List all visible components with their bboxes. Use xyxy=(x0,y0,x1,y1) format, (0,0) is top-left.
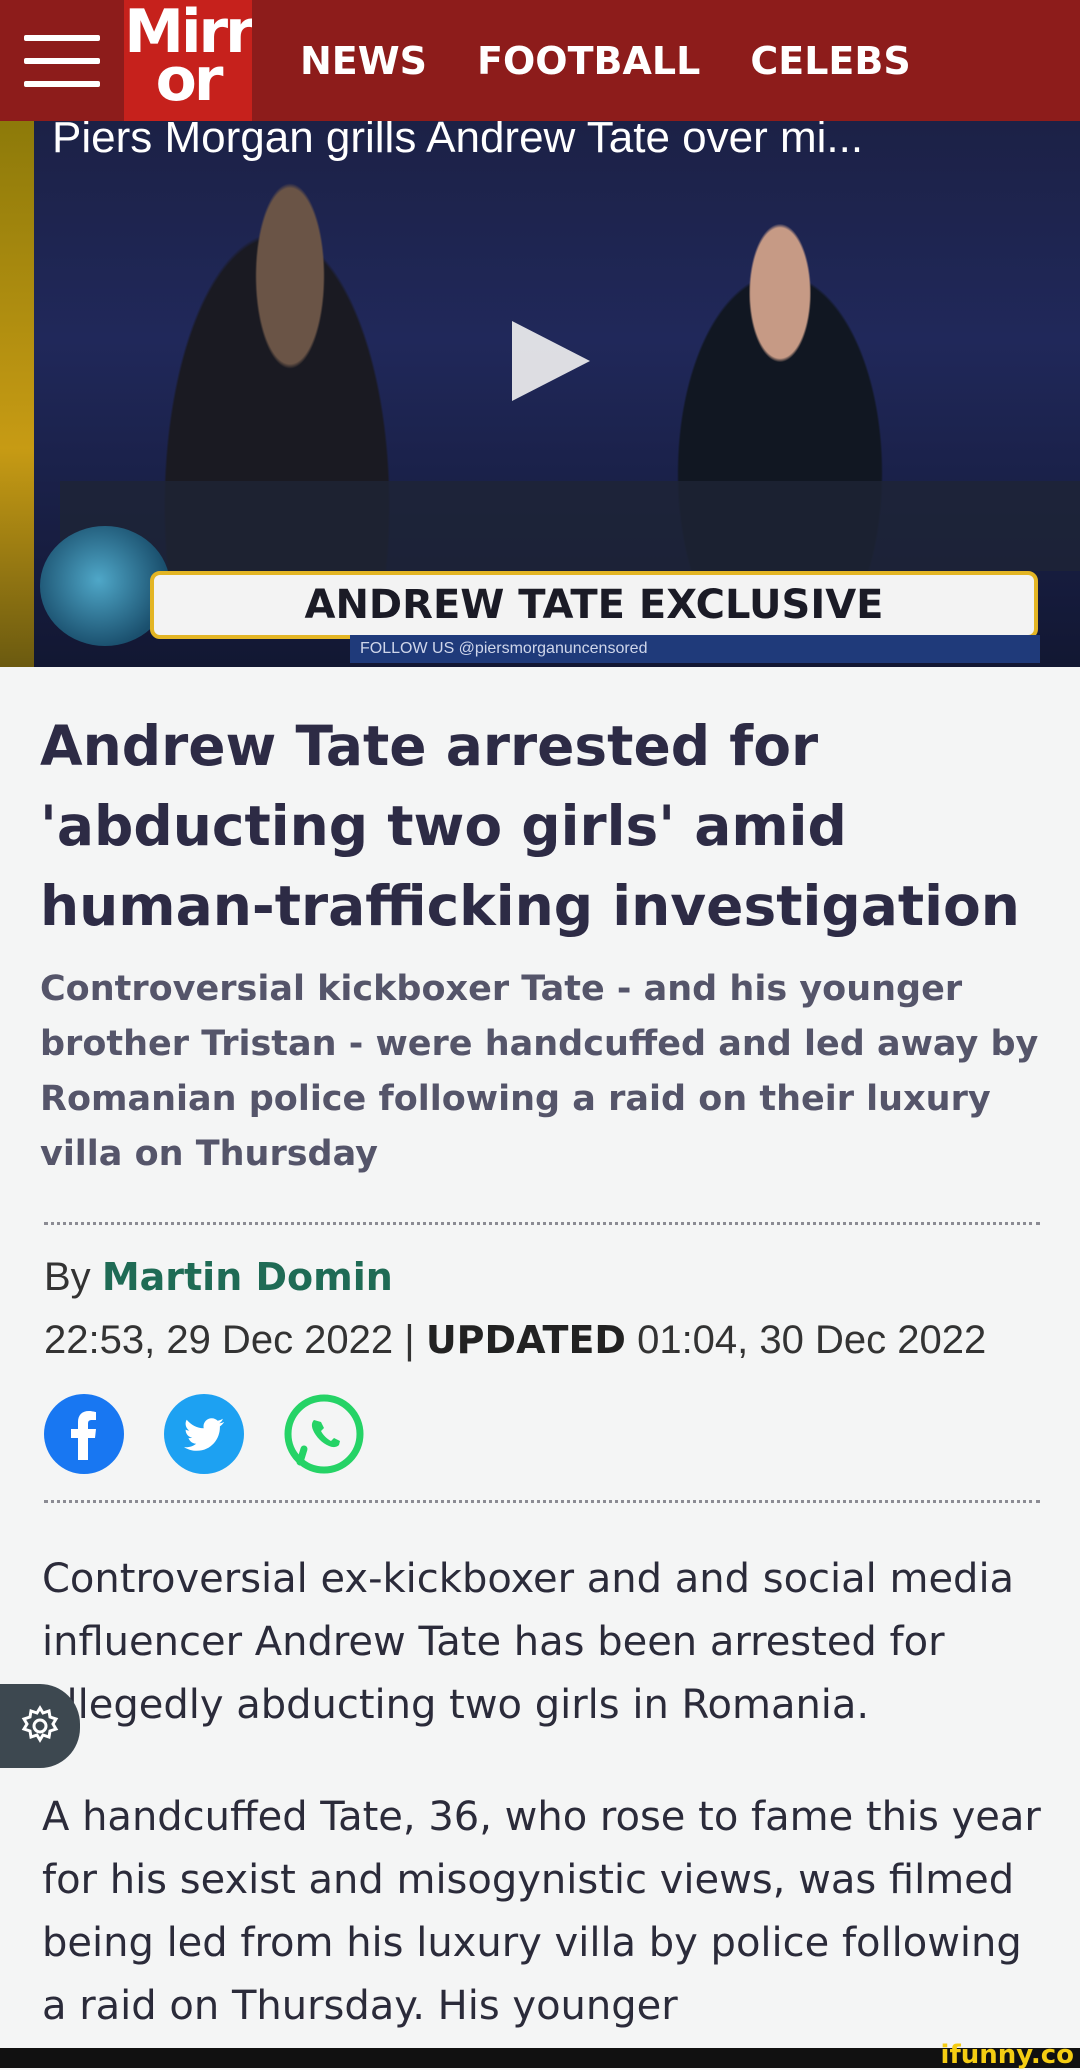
article-paragraph: Controversial ex-kickboxer and and socia… xyxy=(42,1556,1015,1728)
divider xyxy=(44,1222,1040,1225)
article-dates: 22:53, 29 Dec 2022 | UPDATED 01:04, 30 D… xyxy=(44,1318,986,1363)
article-standfirst: Controversial kickboxer Tate - and his y… xyxy=(40,969,1039,1174)
gear-icon xyxy=(21,1705,59,1743)
hamburger-menu-icon[interactable] xyxy=(0,0,124,121)
bottom-strip: ifunny.co xyxy=(0,2042,1080,2068)
video-player[interactable]: Piers Morgan grills Andrew Tate over mi.… xyxy=(0,121,1080,667)
by-prefix: By xyxy=(44,1255,91,1299)
main-nav: NEWS FOOTBALL CELEBS xyxy=(300,39,911,83)
ifunny-watermark: ifunny.co xyxy=(940,2040,1074,2070)
updated-time: 01:04, 30 Dec 2022 xyxy=(637,1318,987,1362)
twitter-icon[interactable] xyxy=(164,1394,244,1474)
updated-label: UPDATED xyxy=(425,1318,626,1362)
mirror-logo[interactable]: Mirr or xyxy=(124,0,252,121)
article-headline: Andrew Tate arrested for 'abducting two … xyxy=(40,714,1020,938)
video-title: Piers Morgan grills Andrew Tate over mi.… xyxy=(52,121,864,162)
article-paragraph: A handcuffed Tate, 36, who rose to fame … xyxy=(42,1794,1041,2029)
nav-celebs[interactable]: CELEBS xyxy=(750,39,910,83)
video-follow-strip: FOLLOW US @piersmorganuncensored xyxy=(350,635,1040,663)
byline: By Martin Domin xyxy=(44,1255,393,1300)
nav-football[interactable]: FOOTBALL xyxy=(477,39,700,83)
divider xyxy=(44,1500,1040,1503)
facebook-icon[interactable] xyxy=(44,1394,124,1474)
date-separator: | xyxy=(404,1318,415,1362)
video-lower-third: ANDREW TATE EXCLUSIVE xyxy=(150,571,1038,639)
author-link[interactable]: Martin Domin xyxy=(102,1255,393,1299)
nav-news[interactable]: NEWS xyxy=(300,39,427,83)
play-icon[interactable] xyxy=(512,321,590,401)
settings-gear-button[interactable] xyxy=(0,1684,80,1768)
site-header: Mirr or NEWS FOOTBALL CELEBS xyxy=(0,0,1080,121)
published-time: 22:53, 29 Dec 2022 xyxy=(44,1318,394,1362)
whatsapp-icon[interactable] xyxy=(284,1394,364,1474)
